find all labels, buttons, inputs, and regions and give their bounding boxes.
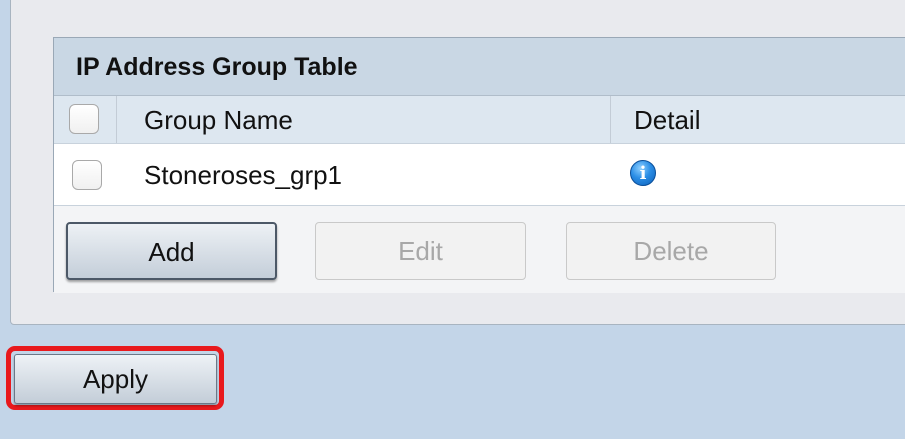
- table-row: Stoneroses_grp1 i: [54, 144, 905, 206]
- column-divider: [116, 96, 117, 143]
- column-header-group-name: Group Name: [144, 105, 293, 135]
- ip-address-group-table: IP Address Group Table Group Name Detail…: [53, 37, 905, 293]
- content-panel: IP Address Group Table Group Name Detail…: [10, 0, 905, 325]
- edit-button[interactable]: Edit: [315, 222, 526, 280]
- delete-button[interactable]: Delete: [566, 222, 776, 280]
- apply-button[interactable]: Apply: [14, 354, 217, 404]
- group-name-cell: Stoneroses_grp1: [144, 160, 343, 190]
- table-button-bar: Add Edit Delete: [54, 206, 905, 293]
- select-all-checkbox[interactable]: [69, 104, 99, 134]
- info-icon[interactable]: i: [630, 160, 656, 186]
- column-divider: [610, 96, 611, 143]
- add-button[interactable]: Add: [66, 222, 277, 280]
- row-select-checkbox[interactable]: [72, 160, 102, 190]
- table-title: IP Address Group Table: [54, 38, 905, 96]
- table-header-row: Group Name Detail: [54, 96, 905, 144]
- column-header-detail: Detail: [634, 105, 701, 135]
